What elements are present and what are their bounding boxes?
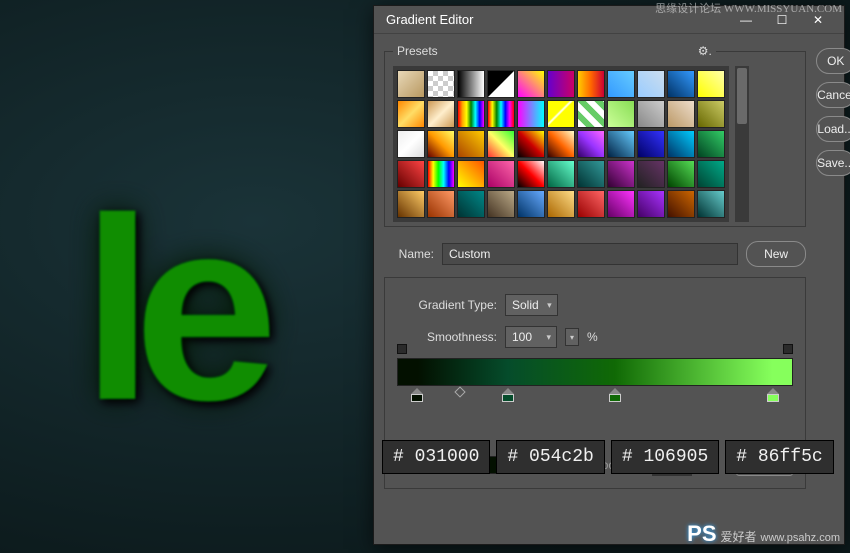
preset-swatch[interactable] [487, 70, 515, 98]
preset-swatch[interactable] [667, 160, 695, 188]
preset-swatch[interactable] [397, 190, 425, 218]
preset-swatch[interactable] [697, 100, 725, 128]
preset-swatch[interactable] [577, 190, 605, 218]
hex-label: # 054c2b [496, 440, 604, 474]
color-stop[interactable] [502, 388, 514, 402]
preset-swatch[interactable] [487, 100, 515, 128]
preset-swatch[interactable] [697, 130, 725, 158]
preset-swatch[interactable] [457, 160, 485, 188]
smoothness-input[interactable]: 100 [505, 326, 557, 348]
preset-swatch[interactable] [637, 190, 665, 218]
preset-swatch[interactable] [487, 160, 515, 188]
ok-button[interactable]: OK [816, 48, 850, 74]
preset-swatch[interactable] [517, 130, 545, 158]
preset-swatch[interactable] [697, 190, 725, 218]
color-stop[interactable] [411, 388, 423, 402]
preset-swatch[interactable] [577, 130, 605, 158]
preset-swatch[interactable] [457, 100, 485, 128]
watermark-bottom: PS 爱好者 www.psahz.com [687, 521, 840, 547]
presets-fieldset: Presets ⚙. [384, 44, 806, 227]
preset-swatch[interactable] [637, 130, 665, 158]
preset-swatches [393, 66, 729, 222]
gradient-type-label: Gradient Type: [397, 298, 497, 312]
preset-swatch[interactable] [547, 70, 575, 98]
preset-swatch[interactable] [667, 130, 695, 158]
preset-swatch[interactable] [547, 190, 575, 218]
preset-swatch[interactable] [577, 160, 605, 188]
new-button[interactable]: New [746, 241, 806, 267]
gradient-type-select[interactable]: Solid [505, 294, 558, 316]
presets-scrollbar[interactable] [735, 66, 749, 222]
preset-swatch[interactable] [547, 130, 575, 158]
preset-swatch[interactable] [697, 160, 725, 188]
color-stop[interactable] [609, 388, 621, 402]
gradient-bar[interactable] [397, 358, 793, 386]
preset-swatch[interactable] [427, 130, 455, 158]
preset-swatch[interactable] [397, 160, 425, 188]
cancel-button[interactable]: Cancel [816, 82, 850, 108]
preset-swatch[interactable] [427, 160, 455, 188]
background-leaf-text: le [0, 120, 380, 500]
hex-label: # 86ff5c [725, 440, 833, 474]
hex-label: # 031000 [382, 440, 490, 474]
presets-label: Presets [397, 44, 438, 58]
preset-swatch[interactable] [397, 70, 425, 98]
smoothness-label: Smoothness: [397, 330, 497, 344]
preset-swatch[interactable] [667, 100, 695, 128]
opacity-stop-right[interactable] [783, 344, 793, 354]
preset-swatch[interactable] [607, 160, 635, 188]
preset-swatch[interactable] [457, 190, 485, 218]
gear-icon[interactable]: ⚙. [698, 44, 712, 58]
preset-swatch[interactable] [397, 100, 425, 128]
color-stop[interactable] [767, 388, 779, 402]
hex-label: # 106905 [611, 440, 719, 474]
preset-swatch[interactable] [517, 190, 545, 218]
name-input[interactable] [442, 243, 738, 265]
preset-swatch[interactable] [517, 160, 545, 188]
preset-swatch[interactable] [487, 190, 515, 218]
preset-swatch[interactable] [547, 160, 575, 188]
hex-callouts: # 031000# 054c2b# 106905# 86ff5c [382, 440, 834, 474]
midpoint-stop[interactable] [455, 386, 466, 397]
preset-swatch[interactable] [457, 70, 485, 98]
preset-swatch[interactable] [427, 100, 455, 128]
preset-swatch[interactable] [457, 130, 485, 158]
preset-swatch[interactable] [667, 70, 695, 98]
preset-swatch[interactable] [577, 70, 605, 98]
preset-swatch[interactable] [607, 130, 635, 158]
preset-swatch[interactable] [667, 190, 695, 218]
watermark-top: 思缘设计论坛 WWW.MISSYUAN.COM [655, 0, 842, 16]
preset-swatch[interactable] [517, 70, 545, 98]
preset-swatch[interactable] [547, 100, 575, 128]
preset-swatch[interactable] [427, 190, 455, 218]
preset-swatch[interactable] [517, 100, 545, 128]
preset-swatch[interactable] [607, 190, 635, 218]
preset-swatch[interactable] [697, 70, 725, 98]
preset-swatch[interactable] [577, 100, 605, 128]
percent-label: % [587, 330, 598, 344]
save-button[interactable]: Save... [816, 150, 850, 176]
preset-swatch[interactable] [487, 130, 515, 158]
name-label: Name: [384, 247, 434, 261]
preset-swatch[interactable] [637, 100, 665, 128]
preset-swatch[interactable] [427, 70, 455, 98]
preset-swatch[interactable] [607, 100, 635, 128]
preset-swatch[interactable] [607, 70, 635, 98]
load-button[interactable]: Load... [816, 116, 850, 142]
chevron-down-icon[interactable]: ▾ [565, 328, 579, 346]
preset-swatch[interactable] [397, 130, 425, 158]
preset-swatch[interactable] [637, 70, 665, 98]
preset-swatch[interactable] [637, 160, 665, 188]
opacity-stop-left[interactable] [397, 344, 407, 354]
